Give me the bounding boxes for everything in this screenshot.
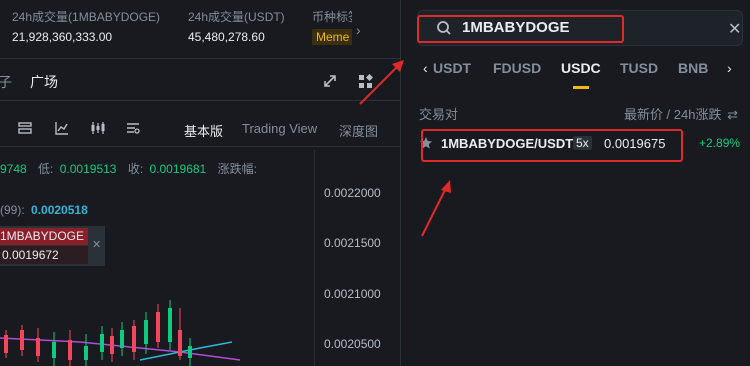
tab-partial[interactable]: 子 <box>0 72 12 92</box>
view-tradingview[interactable]: Trading View <box>242 121 317 136</box>
chevron-right-icon[interactable]: › <box>356 22 361 38</box>
tab-usdt[interactable]: USDT <box>433 60 471 76</box>
indicator-icon[interactable] <box>18 121 32 135</box>
change-percent: +2.89% <box>699 136 741 150</box>
chevron-left-icon[interactable]: ‹ <box>423 60 428 76</box>
expand-icon[interactable] <box>323 74 337 91</box>
annotation-box-result <box>421 129 683 162</box>
tab-tusd[interactable]: TUSD <box>620 60 658 76</box>
price-axis-label: 0.0021000 <box>324 287 381 301</box>
tab-square[interactable]: 广场 <box>30 72 58 92</box>
stat-label: 24h成交量(1MBABYDOGE) <box>12 10 161 24</box>
market-search-panel: 1MBABYDOGE ✕ ‹ USDT FDUSD USDC TUSD BNB … <box>400 0 750 366</box>
price-axis-label: 0.0021500 <box>324 236 381 250</box>
chart-tab-row: 子 广场 <box>0 62 400 101</box>
price-axis-label: 0.0020500 <box>324 337 381 351</box>
ma-readout: (99): 0.0020518 <box>0 203 88 217</box>
market-stats-bar: 24h成交量(1MBABYDOGE) 21,928,360,333.00 24h… <box>0 0 400 59</box>
chevron-right-icon[interactable]: › <box>727 60 732 76</box>
column-price-change[interactable]: 最新价 / 24h涨跌 ⇄ <box>624 104 738 123</box>
settings-sliders-icon[interactable] <box>126 121 140 135</box>
stat-volume-quote: 24h成交量(USDT) 45,480,278.60 <box>188 8 285 44</box>
stat-value: 45,480,278.60 <box>188 30 265 44</box>
high-value-partial: 9748 <box>0 162 27 176</box>
tooltip-price: 0.0019672 <box>0 246 88 264</box>
stat-label: 24h成交量(USDT) <box>188 10 285 24</box>
change-label: 涨跌幅: <box>217 162 257 176</box>
clear-icon[interactable]: ✕ <box>728 19 741 39</box>
chart-toolbar: 基本版 Trading View 深度图 <box>0 112 400 147</box>
close-value: 0.0019681 <box>149 162 207 176</box>
close-label: 收: <box>127 162 144 176</box>
view-depth[interactable]: 深度图 <box>339 121 378 140</box>
meme-tag-badge[interactable]: Meme <box>312 29 352 45</box>
low-label: 低: <box>38 162 54 176</box>
stat-volume-base: 24h成交量(1MBABYDOGE) 21,928,360,333.00 <box>12 8 160 44</box>
price-axis-label: 0.0022000 <box>324 186 381 200</box>
ohlc-readout: 9748 低: 0.0019513 收: 0.0019681 涨跌幅: <box>0 160 257 177</box>
low-value: 0.0019513 <box>59 162 117 176</box>
column-price-change-label: 最新价 / 24h涨跌 <box>623 107 722 122</box>
column-pair: 交易对 <box>419 107 459 122</box>
ma-label: (99): <box>0 203 25 217</box>
annotation-box-search <box>417 15 624 43</box>
candles <box>4 300 192 366</box>
tab-usdc[interactable]: USDC <box>561 60 601 76</box>
stat-token-tag: 币种标签 Meme <box>312 8 352 46</box>
ma-value: 0.0020518 <box>31 203 88 217</box>
active-tab-indicator <box>573 86 589 89</box>
tab-bnb[interactable]: BNB <box>678 60 708 76</box>
quote-tabs: ‹ USDT FDUSD USDC TUSD BNB › <box>401 56 750 90</box>
stat-value: 21,928,360,333.00 <box>12 30 113 44</box>
price-axis-divider <box>314 150 315 366</box>
price-tooltip: 1MBABYDOGE 0.0019672 ✕ <box>0 226 105 266</box>
tab-fdusd[interactable]: FDUSD <box>493 60 541 76</box>
tooltip-symbol: 1MBABYDOGE <box>0 228 88 245</box>
swap-icon[interactable]: ⇄ <box>727 107 738 122</box>
candlestick-area <box>0 300 241 366</box>
chart-panel: 24h成交量(1MBABYDOGE) 21,928,360,333.00 24h… <box>0 0 400 366</box>
stat-label: 币种标签 <box>312 10 352 24</box>
line-chart-icon[interactable] <box>55 121 69 135</box>
widgets-icon[interactable] <box>358 73 374 92</box>
view-basic[interactable]: 基本版 <box>184 121 223 140</box>
candlestick-icon[interactable] <box>90 121 105 135</box>
close-icon[interactable]: ✕ <box>92 238 101 251</box>
